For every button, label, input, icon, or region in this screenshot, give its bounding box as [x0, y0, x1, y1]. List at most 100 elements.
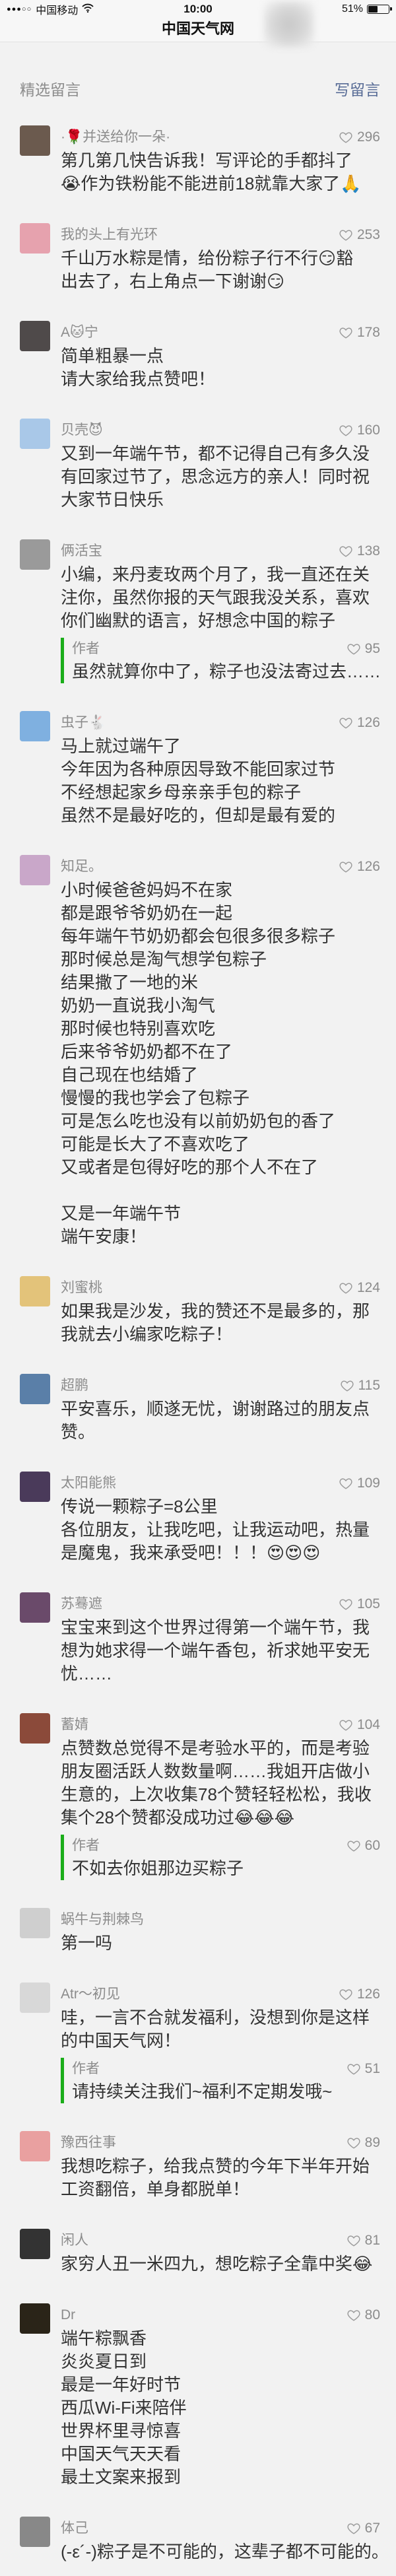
comment-text: 平安喜乐，顺遂无忧，谢谢路过的朋友点 赞。 [61, 1398, 380, 1444]
comment-author-name[interactable]: 虫子🐇 [61, 711, 106, 735]
avatar[interactable] [20, 855, 50, 885]
comment-author-name[interactable]: 太阳能熊 [61, 1472, 116, 1495]
reply-text: 虽然就算你中了，粽子也没法寄过去…… [72, 660, 380, 683]
like-button[interactable]: 51 [346, 2058, 380, 2080]
comment-author-name[interactable]: ·🌹并送给你一朵· [61, 125, 170, 149]
avatar[interactable] [20, 1983, 50, 2013]
comment-text-line: 又到一年端午节，都不记得自己有多久没 [61, 444, 370, 463]
avatar[interactable] [20, 1374, 50, 1404]
avatar[interactable] [20, 1276, 50, 1306]
comment-text-line: 结果撒了一地的米 [61, 972, 199, 992]
comment-text: 如果我是沙发，我的赞还不是最多的，那 我就去小编家吃粽子！ [61, 1300, 380, 1346]
avatar[interactable] [20, 711, 50, 741]
comment-author-name[interactable]: 苏蓦遮 [61, 1592, 102, 1616]
comment-author-name[interactable]: 体己 [61, 2517, 88, 2540]
avatar[interactable] [20, 223, 50, 254]
status-bar: ●●●○○ 中国移动 10:00 51% [0, 0, 396, 18]
like-button[interactable]: 138 [339, 539, 380, 563]
comment-author-name[interactable]: 俩活宝 [61, 539, 102, 563]
comment-author-name[interactable]: 贝壳😈 [61, 419, 103, 442]
comment-author-name[interactable]: 超鹏 [61, 1374, 88, 1398]
comment-author-name[interactable]: Dr [61, 2303, 75, 2327]
comment-list: ·🌹并送给你一朵· 296 第几第几快告诉我！写评论的手都抖了 😭作为铁粉能不能进前1… [0, 114, 396, 2576]
comment-item: 体己 67 (-ε´-)粽子是不可能的，这辈子都不可能的。 [0, 2505, 396, 2576]
like-count: 126 [356, 1986, 380, 2002]
comment-text-line: 自己现在也结婚了 [61, 1065, 199, 1085]
comment-text: 端午粽飘香 炎炎夏日到 最是一年好时节 西瓜Wi-Fi来陪伴 世界杯里寻惊喜 中国天气天天… [61, 2327, 380, 2489]
like-button[interactable]: 105 [339, 1592, 380, 1616]
like-button[interactable]: 60 [346, 1835, 380, 1857]
comment-author-name[interactable]: 刘蜜桃 [61, 1276, 102, 1300]
comment-author-name[interactable]: 蓄婧 [61, 1713, 88, 1737]
heart-icon [346, 642, 361, 656]
avatar[interactable] [20, 539, 50, 570]
heart-icon [339, 716, 353, 730]
like-button[interactable]: 109 [339, 1472, 380, 1495]
comment-text-line: 中国天气天天看 [61, 2444, 182, 2464]
comment-text-line: 第一吗 [61, 1933, 113, 1953]
heart-icon [339, 228, 353, 242]
like-button[interactable]: 95 [346, 638, 380, 660]
avatar[interactable] [20, 1908, 50, 1938]
comment-text: 小编，来丹麦玫两个月了，我一直还在关 注你，虽然你报的天气跟我没关系，喜欢 你们幽默… [61, 563, 380, 632]
heart-icon [346, 2233, 361, 2248]
comment-text-line [61, 1179, 380, 1202]
like-button[interactable]: 160 [339, 419, 380, 442]
comment-text-line: 炎炎夏日到 [61, 2352, 147, 2371]
like-button[interactable]: 115 [340, 1374, 380, 1398]
like-button[interactable]: 178 [339, 321, 380, 345]
battery-percent: 51% [341, 3, 363, 15]
comment-author-name[interactable]: 知足。 [61, 855, 102, 879]
avatar[interactable] [20, 2229, 50, 2259]
avatar[interactable] [20, 125, 50, 156]
reply-text-line: 不如去你姐那边买粽子 [72, 1858, 244, 1878]
like-button[interactable]: 296 [339, 125, 380, 149]
like-count: 115 [358, 1378, 380, 1393]
author-reply: 作者 95 虽然就算你中了，粽子也没法寄过去…… [61, 638, 380, 683]
like-button[interactable]: 126 [339, 1983, 380, 2006]
avatar[interactable] [20, 1592, 50, 1623]
comment-item: ·🌹并送给你一朵· 296 第几第几快告诉我！写评论的手都抖了 😭作为铁粉能不能进前1… [0, 114, 396, 211]
like-button[interactable]: 81 [346, 2229, 380, 2253]
like-button[interactable]: 67 [346, 2517, 380, 2540]
comment-author-name[interactable]: Atr～初见 [61, 1983, 120, 2006]
like-button[interactable]: 89 [346, 2131, 380, 2155]
avatar[interactable] [20, 2517, 50, 2547]
comment-header: Atr～初见 126 [61, 1983, 380, 2006]
like-count: 81 [364, 2233, 380, 2248]
comment-author-name[interactable]: 我的头上有光环 [61, 223, 158, 247]
comment-text-line: 小编，来丹麦玫两个月了，我一直还在关 [61, 564, 370, 584]
avatar[interactable] [20, 1472, 50, 1502]
header: ●●●○○ 中国移动 10:00 51% 中国天气网 [0, 0, 396, 48]
comment-author-name[interactable]: 豫西往事 [61, 2131, 116, 2155]
like-button[interactable]: 253 [339, 223, 380, 247]
comment-text-line: 最土文案来报到 [61, 2467, 182, 2487]
write-comment-button[interactable]: 写留言 [335, 66, 380, 114]
reply-author-label: 作者 [72, 2061, 100, 2076]
avatar[interactable] [20, 1713, 50, 1744]
avatar[interactable] [20, 2131, 50, 2161]
comment-text: 宝宝来到这个世界过得第一个端午节，我 想为她求得一个端午香包，祈求她平安无 忧…… [61, 1616, 380, 1685]
comment-header: 我的头上有光环 253 [61, 223, 380, 247]
comment-author-name[interactable]: 蜗牛与荆棘鸟 [61, 1908, 144, 1932]
avatar[interactable] [20, 2303, 50, 2334]
heart-icon [346, 2521, 361, 2536]
comment-text: 家穷人丑一米四九，想吃粽子全靠中奖😂 [61, 2253, 380, 2276]
comment-text-line: 我想吃粽子，给我点赞的今年下半年开始 [61, 2156, 370, 2176]
like-button[interactable]: 126 [339, 711, 380, 735]
avatar[interactable] [20, 419, 50, 449]
comment-author-name[interactable]: A🐱宁 [61, 321, 98, 345]
avatar[interactable] [20, 321, 50, 351]
comment-text-line: 世界杯里寻惊喜 [61, 2421, 182, 2441]
like-button[interactable]: 126 [339, 855, 380, 879]
like-button[interactable]: 104 [339, 1713, 380, 1737]
comment-item: A🐱宁 178 简单粗暴一点 请大家给我点赞吧！ [0, 309, 396, 407]
like-button[interactable]: 124 [339, 1276, 380, 1300]
heart-icon [339, 423, 353, 438]
comment-author-name[interactable]: 闲人 [61, 2229, 88, 2253]
comment-text-line: 😭作为铁粉能不能进前18就靠大家了🙏 [61, 174, 362, 193]
like-button[interactable]: 80 [346, 2303, 380, 2327]
comment-text-line: 大家节日快乐 [61, 490, 164, 510]
comment-text-line: 虽然不是最好吃的，但却是最有爱的 [61, 805, 336, 825]
comment-text-line: 是魔鬼，我来承受吧！！！😍😍😍 [61, 1543, 321, 1563]
